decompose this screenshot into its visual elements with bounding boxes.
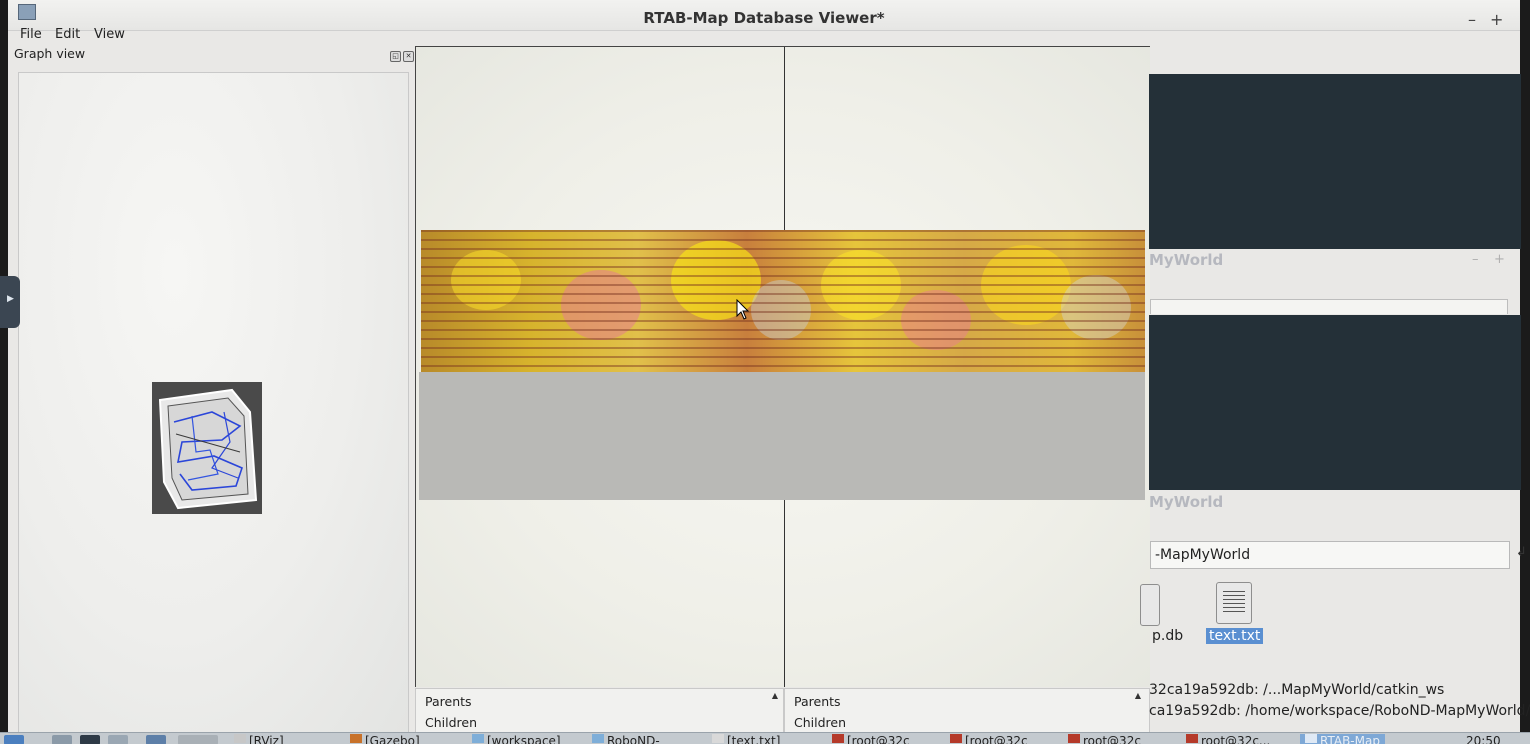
- window-title: RTAB-Map Database Viewer*: [643, 9, 885, 27]
- task-robond[interactable]: RoboND-: [592, 734, 660, 744]
- task-gazebo[interactable]: [Gazebo]: [350, 734, 420, 744]
- terminal-window-1[interactable]: [1149, 74, 1521, 249]
- monitor-bezel-left: [0, 0, 8, 744]
- taskbar: [RViz] [Gazebo] [workspace] RoboND- [tex…: [0, 732, 1530, 744]
- file-manager-title-1: MyWorld: [1149, 251, 1224, 269]
- task-workspace[interactable]: [workspace]: [472, 734, 561, 744]
- monitor-bezel-right: [1520, 0, 1530, 744]
- scanline-overlay: [421, 230, 1145, 372]
- file-manager-title-2: MyWorld: [1149, 493, 1224, 511]
- text-file-icon[interactable]: [1216, 582, 1252, 624]
- image-view-area[interactable]: [415, 46, 1150, 687]
- task-terminal-4[interactable]: root@32c...: [1186, 734, 1270, 744]
- task-terminal-1[interactable]: [root@32c: [832, 734, 910, 744]
- file-manager-launcher-icon[interactable]: [52, 735, 72, 744]
- path-go-icon[interactable]: ↲: [1516, 545, 1527, 560]
- taskbar-clock[interactable]: 20:50: [1466, 734, 1501, 744]
- rtabmap-icon: [1305, 734, 1317, 743]
- task-text-editor[interactable]: [text.txt]: [712, 734, 780, 744]
- expand-arrow-icon: ▶: [7, 294, 14, 304]
- file-db-label[interactable]: p.db: [1152, 628, 1183, 644]
- file-manager-path-field[interactable]: -MapMyWorld: [1150, 541, 1510, 569]
- right-scroll-up-icon[interactable]: ▲: [1133, 691, 1143, 701]
- minimize-button[interactable]: –: [1468, 12, 1476, 28]
- menu-view[interactable]: View: [94, 27, 125, 42]
- file-text-label[interactable]: text.txt: [1206, 628, 1264, 644]
- right-children-label: Children: [794, 715, 847, 730]
- folder-icon: [592, 734, 604, 743]
- start-menu-icon[interactable]: [4, 735, 24, 744]
- task-rviz[interactable]: [RViz]: [234, 734, 284, 744]
- left-parents-label: Parents: [425, 694, 472, 709]
- folder-icon: [472, 734, 484, 743]
- terminal-status-line-2: ca19a592db: /home/workspace/RoboND-MapMy…: [1149, 703, 1530, 719]
- bg-maximize-icon-1[interactable]: +: [1494, 252, 1505, 267]
- bg-minimize-icon-1[interactable]: –: [1472, 252, 1479, 267]
- menu-file[interactable]: File: [20, 27, 42, 42]
- dock-close-icon[interactable]: ✕: [403, 51, 414, 62]
- path-field-value: -MapMyWorld: [1155, 547, 1251, 563]
- left-node-info-panel: Parents Children ▲: [415, 688, 784, 734]
- text-editor-icon: [712, 734, 724, 743]
- window-launcher-icon[interactable]: [108, 735, 128, 744]
- rviz-icon: [234, 734, 246, 743]
- gazebo-icon: [350, 734, 362, 743]
- terminal-window-2[interactable]: [1149, 315, 1521, 490]
- terminal-status-line-1: 32ca19a592db: /...MapMyWorld/catkin_ws: [1149, 682, 1445, 698]
- task-rtabmap[interactable]: RTAB-Map: [1300, 734, 1385, 744]
- workspace-pager[interactable]: [178, 735, 218, 744]
- maximize-button[interactable]: +: [1490, 12, 1503, 28]
- depth-image-band: [421, 230, 1145, 372]
- menu-edit[interactable]: Edit: [55, 27, 80, 42]
- mouse-cursor-icon: [736, 299, 750, 320]
- graph-view-panel[interactable]: [18, 72, 409, 734]
- left-children-label: Children: [425, 715, 478, 730]
- task-terminal-2[interactable]: [root@32c: [950, 734, 1028, 744]
- desktop-screen: RTAB-Map Database Viewer* – + File Edit …: [0, 0, 1530, 744]
- map-graph-drawing: [158, 388, 258, 510]
- graph-view-dock-title: Graph view: [14, 46, 86, 61]
- database-file-icon[interactable]: [1140, 584, 1160, 626]
- terminal-icon: [1068, 734, 1080, 743]
- right-node-info-panel: Parents Children ▲: [784, 688, 1150, 734]
- menubar: File Edit View: [8, 26, 1148, 44]
- terminal-launcher-icon[interactable]: [80, 735, 100, 744]
- graph-map-thumbnail[interactable]: [152, 382, 262, 514]
- terminal-icon: [950, 734, 962, 743]
- desktop-switcher-icon[interactable]: [146, 735, 166, 744]
- left-scroll-up-icon[interactable]: ▲: [770, 691, 780, 701]
- depth-image-lower-band: [419, 372, 1145, 500]
- right-parents-label: Parents: [794, 694, 841, 709]
- terminal-icon: [1186, 734, 1198, 743]
- side-panel-handle[interactable]: ▶: [0, 276, 20, 328]
- file-manager-path-strip[interactable]: [1150, 299, 1508, 314]
- terminal-icon: [832, 734, 844, 743]
- task-terminal-3[interactable]: root@32c: [1068, 734, 1141, 744]
- dock-float-icon[interactable]: ◱: [390, 51, 401, 62]
- text-file-lines: [1223, 591, 1245, 615]
